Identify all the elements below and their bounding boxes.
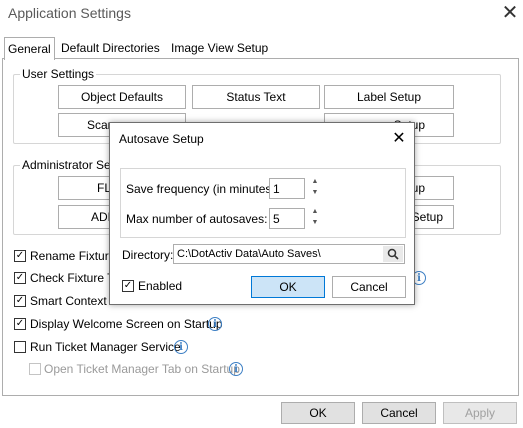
info-icon[interactable]: i xyxy=(208,317,222,331)
apply-button: Apply xyxy=(443,402,517,424)
check-icon: ✓ xyxy=(15,295,25,306)
button-label: Status Text xyxy=(226,90,286,104)
button-label: OK xyxy=(309,406,327,420)
button-label: Object Defaults xyxy=(80,90,164,104)
close-icon[interactable]: ✕ xyxy=(388,127,410,149)
display-welcome-checkbox[interactable]: ✓ xyxy=(14,318,26,330)
user-settings-label: User Settings xyxy=(20,67,97,81)
tab-image-view-setup[interactable]: Image View Setup xyxy=(168,37,271,59)
directory-input[interactable]: C:\DotActiv Data\Auto Saves\ xyxy=(173,244,405,264)
button-label: OK xyxy=(279,280,297,294)
autosave-setup-dialog: Autosave Setup ✕ Save frequency (in minu… xyxy=(109,122,415,305)
dialog-title: Autosave Setup xyxy=(119,132,204,146)
enabled-checkbox[interactable]: ✓ xyxy=(122,280,134,292)
check-icon: ✓ xyxy=(15,250,25,261)
dialog-ok-button[interactable]: OK xyxy=(251,276,325,298)
save-frequency-label: Save frequency (in minutes): xyxy=(126,182,279,196)
run-ticket-manager-checkbox[interactable] xyxy=(14,341,26,353)
spin-up-icon[interactable]: ▲ xyxy=(310,178,320,186)
smart-context-checkbox[interactable]: ✓ xyxy=(14,295,26,307)
button-label: Cancel xyxy=(350,280,388,294)
button-label: Cancel xyxy=(380,406,418,420)
dialog-cancel-button[interactable]: Cancel xyxy=(332,276,406,298)
object-defaults-button[interactable]: Object Defaults xyxy=(58,85,186,109)
open-ticket-manager-label: Open Ticket Manager Tab on Startup xyxy=(44,362,240,376)
tab-label: General xyxy=(8,42,51,56)
enabled-label: Enabled xyxy=(138,279,183,293)
autosave-options-group xyxy=(120,168,406,238)
rename-fixtures-label: Rename Fixtures xyxy=(30,249,122,263)
check-icon: ✓ xyxy=(123,280,133,291)
info-icon[interactable]: i xyxy=(229,362,243,376)
check-icon: ✓ xyxy=(15,318,25,329)
directory-label: Directory: xyxy=(122,248,174,262)
cancel-button[interactable]: Cancel xyxy=(362,402,436,424)
rename-fixtures-checkbox[interactable]: ✓ xyxy=(14,250,26,262)
check-fixture-type-checkbox[interactable]: ✓ xyxy=(14,272,26,284)
tab-label: Image View Setup xyxy=(171,41,269,55)
spin-up-icon[interactable]: ▲ xyxy=(310,208,320,216)
spin-down-icon[interactable]: ▼ xyxy=(310,219,320,227)
info-icon[interactable]: i xyxy=(174,340,188,354)
button-label: Setup xyxy=(411,210,443,224)
spin-down-icon[interactable]: ▼ xyxy=(310,189,320,197)
search-icon[interactable] xyxy=(383,246,403,262)
status-text-button[interactable]: Status Text xyxy=(192,85,320,109)
ok-button[interactable]: OK xyxy=(281,402,355,424)
open-ticket-manager-checkbox xyxy=(29,363,41,375)
window-title: Application Settings xyxy=(8,5,131,21)
button-label: Apply xyxy=(464,406,496,420)
check-icon: ✓ xyxy=(15,272,25,283)
max-autosaves-label: Max number of autosaves: xyxy=(126,212,268,226)
run-ticket-manager-label: Run Ticket Manager Service xyxy=(30,340,181,354)
tab-default-directories[interactable]: Default Directories xyxy=(58,37,163,59)
max-autosaves-input[interactable]: 5 xyxy=(269,208,305,229)
tab-label: Default Directories xyxy=(61,41,160,55)
button-label: Label Setup xyxy=(356,90,422,104)
save-frequency-input[interactable]: 1 xyxy=(269,178,305,199)
label-setup-button[interactable]: Label Setup xyxy=(324,85,454,109)
close-icon[interactable]: ✕ xyxy=(497,0,523,26)
display-welcome-label: Display Welcome Screen on Startup xyxy=(30,317,223,331)
tab-general[interactable]: General xyxy=(4,37,55,60)
